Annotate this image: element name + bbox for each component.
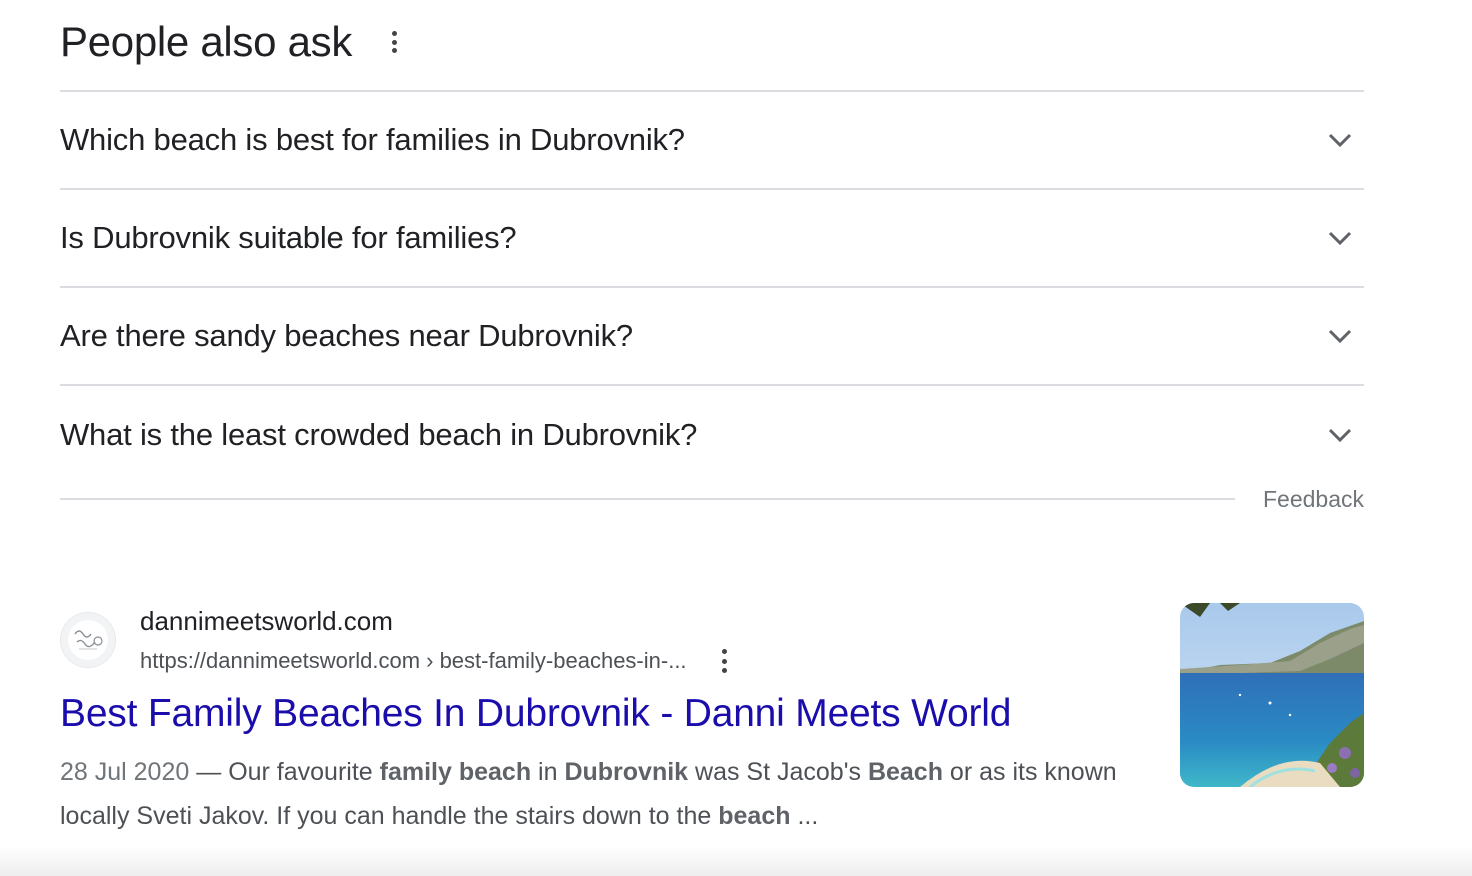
paa-question-row[interactable]: Are there sandy beaches near Dubrovnik? xyxy=(60,288,1364,386)
result-thumbnail[interactable] xyxy=(1180,603,1364,787)
bottom-fade xyxy=(0,846,1472,876)
paa-question-row[interactable]: Which beach is best for families in Dubr… xyxy=(60,92,1364,190)
paa-question: Is Dubrovnik suitable for families? xyxy=(60,220,517,255)
snippet-highlight: family beach xyxy=(379,758,532,786)
paa-title: People also ask xyxy=(60,18,353,65)
snippet-text: Our favourite xyxy=(228,758,380,786)
divider xyxy=(60,498,1235,500)
snippet-highlight: Beach xyxy=(867,758,943,786)
search-result: dannimeetsworld.com https://dannimeetswo… xyxy=(60,600,1364,840)
chevron-down-icon[interactable] xyxy=(1326,322,1354,350)
more-vert-icon[interactable] xyxy=(384,31,404,53)
snippet-text: ... xyxy=(790,802,819,830)
paa-header: People also ask xyxy=(60,0,1364,92)
more-vert-icon[interactable] xyxy=(715,649,735,673)
site-url-row: https://dannimeetsworld.com › best-famil… xyxy=(140,648,735,674)
paa-question: What is the least crowded beach in Dubro… xyxy=(60,417,698,452)
chevron-down-icon[interactable] xyxy=(1326,421,1354,449)
paa-question-row[interactable]: What is the least crowded beach in Dubro… xyxy=(60,386,1364,484)
result-date: 28 Jul 2020 xyxy=(60,758,190,786)
snippet-text: in xyxy=(531,758,565,786)
snippet-highlight: beach xyxy=(718,802,791,830)
site-url[interactable]: https://dannimeetsworld.com › best-famil… xyxy=(140,648,687,674)
people-also-ask: People also ask Which beach is best for … xyxy=(60,0,1364,484)
result-title-link[interactable]: Best Family Beaches In Dubrovnik - Danni… xyxy=(60,692,1011,736)
site-logo-icon[interactable] xyxy=(60,612,116,668)
chevron-down-icon[interactable] xyxy=(1326,224,1354,252)
paa-footer: Feedback xyxy=(60,478,1364,520)
snippet-highlight: Dubrovnik xyxy=(564,758,689,786)
result-snippet: 28 Jul 2020 — Our favourite family beach… xyxy=(60,750,1140,838)
snippet-text: was St Jacob's xyxy=(688,758,868,786)
chevron-down-icon[interactable] xyxy=(1326,126,1354,154)
paa-question: Which beach is best for families in Dubr… xyxy=(60,122,685,157)
paa-question: Are there sandy beaches near Dubrovnik? xyxy=(60,318,633,353)
search-results-page: People also ask Which beach is best for … xyxy=(0,0,1472,876)
paa-question-row[interactable]: Is Dubrovnik suitable for families? xyxy=(60,190,1364,288)
snippet-dash: — xyxy=(189,758,229,786)
feedback-link[interactable]: Feedback xyxy=(1263,486,1364,513)
site-name[interactable]: dannimeetsworld.com xyxy=(140,606,393,637)
